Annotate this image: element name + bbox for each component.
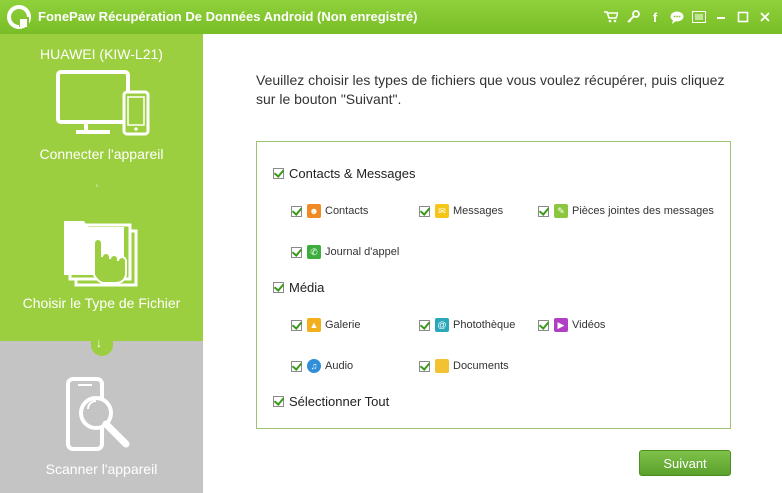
select-all[interactable]: Sélectionner Tout — [273, 394, 389, 409]
step-label-choose-type: Choisir le Type de Fichier — [22, 295, 181, 311]
checkbox[interactable] — [291, 246, 302, 258]
item-label: Journal d'appel — [325, 246, 400, 258]
list-icon[interactable] — [690, 7, 708, 27]
folder-hand-icon — [64, 221, 138, 287]
title-bar: FonePaw Récupération De Données Android … — [0, 0, 782, 34]
item-label: Pièces jointes des messages — [572, 205, 714, 217]
item-label: Galerie — [325, 319, 361, 331]
documents-icon — [435, 359, 449, 373]
checkbox[interactable] — [419, 319, 430, 331]
checkbox[interactable] — [419, 360, 430, 372]
photo-library-icon: @ — [435, 318, 449, 332]
checkbox[interactable] — [538, 319, 549, 331]
step-label-connect: Connecter l'appareil — [39, 146, 164, 162]
item-label: Vidéos — [572, 319, 606, 331]
item-label: Contacts — [325, 205, 369, 217]
key-icon[interactable] — [624, 7, 642, 27]
item-label: Documents — [453, 360, 509, 372]
facebook-icon[interactable]: f — [646, 7, 664, 27]
active-step-indicator: ↓ — [91, 334, 113, 356]
group-media[interactable]: Média — [273, 280, 324, 295]
device-name: HUAWEI (KIW-L21) — [40, 46, 163, 62]
messages-icon: ✉ — [435, 204, 449, 218]
checkbox[interactable] — [538, 205, 549, 217]
step-scan: Scanner l'appareil — [0, 341, 203, 493]
phone-magnifier-icon — [66, 377, 130, 451]
select-all-label: Sélectionner Tout — [289, 394, 390, 409]
item-gallery[interactable]: ▲ Galerie — [291, 318, 360, 332]
item-label: Audio — [325, 360, 354, 372]
checkbox[interactable] — [419, 205, 430, 217]
steps-sidebar: HUAWEI (KIW-L21) Connecter l'appareil ↓ … — [0, 34, 203, 493]
instruction-text: Veuillez choisir les types de fichiers q… — [256, 72, 725, 107]
item-attachments[interactable]: ✎ Pièces jointes des messages — [538, 204, 714, 218]
step-connect: HUAWEI (KIW-L21) Connecter l'appareil ↓ — [0, 34, 203, 194]
step-choose-type: Choisir le Type de Fichier — [0, 187, 203, 341]
step-arrow-icon: ↓ — [96, 336, 102, 350]
window-title: FonePaw Récupération De Données Android … — [38, 9, 418, 24]
group-contacts-messages[interactable]: Contacts & Messages — [273, 166, 415, 181]
checkbox[interactable] — [291, 360, 302, 372]
gallery-icon: ▲ — [307, 318, 321, 332]
item-label: Messages — [453, 205, 504, 217]
item-label: Photothèque — [453, 319, 516, 331]
item-call-log[interactable]: ✆ Journal d'appel — [291, 245, 399, 259]
checkbox[interactable] — [291, 205, 302, 217]
checkbox[interactable] — [273, 168, 284, 179]
app-logo-icon — [7, 5, 31, 29]
chat-icon[interactable] — [668, 7, 686, 27]
minimize-icon[interactable] — [712, 7, 730, 27]
contacts-icon: ☻ — [307, 204, 321, 218]
checkbox[interactable] — [291, 319, 302, 331]
group-label: Média — [289, 280, 325, 295]
item-audio[interactable]: ♫ Audio — [291, 359, 353, 373]
item-messages[interactable]: ✉ Messages — [419, 204, 503, 218]
close-icon[interactable] — [756, 7, 774, 27]
item-videos[interactable]: ▶ Vidéos — [538, 318, 605, 332]
next-button[interactable]: Suivant — [639, 450, 731, 476]
checkbox[interactable] — [273, 396, 284, 407]
monitor-phone-icon — [56, 70, 150, 136]
group-label: Contacts & Messages — [289, 166, 416, 181]
file-type-panel: Contacts & Messages ☻ Contacts ✉ Message… — [256, 141, 731, 429]
maximize-icon[interactable] — [734, 7, 752, 27]
videos-icon: ▶ — [554, 318, 568, 332]
attachment-icon: ✎ — [554, 204, 568, 218]
call-log-icon: ✆ — [307, 245, 321, 259]
audio-icon: ♫ — [307, 359, 321, 373]
step-label-scan: Scanner l'appareil — [45, 461, 158, 477]
checkbox[interactable] — [273, 282, 284, 293]
item-documents[interactable]: Documents — [419, 359, 509, 373]
cart-icon[interactable] — [602, 7, 620, 27]
item-contacts[interactable]: ☻ Contacts — [291, 204, 368, 218]
item-photo-library[interactable]: @ Photothèque — [419, 318, 515, 332]
